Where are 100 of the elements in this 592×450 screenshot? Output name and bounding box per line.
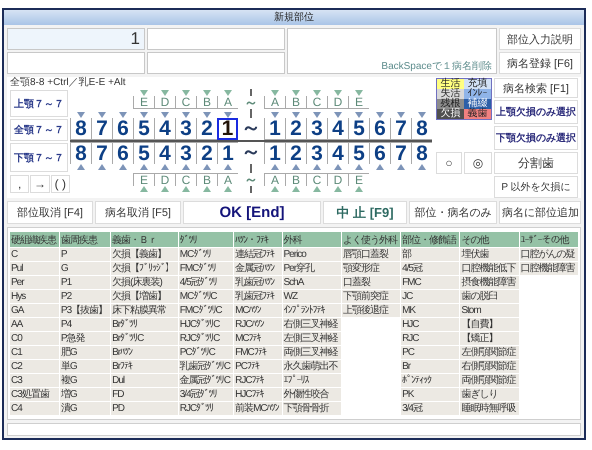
table-cell[interactable]: C1: [10, 346, 60, 360]
tooth-button[interactable]: E: [348, 173, 369, 186]
table-cell[interactable]: PD: [110, 402, 178, 416]
tooth-button[interactable]: C: [175, 173, 196, 186]
tooth-button[interactable]: A: [264, 173, 285, 186]
tooth-button[interactable]: 1: [264, 118, 285, 140]
table-cell[interactable]: RJCﾌﾃｷ: [234, 374, 282, 388]
table-cell[interactable]: RJCﾀﾞﾂﾘ: [178, 402, 234, 416]
table-cell[interactable]: MCﾀﾞﾂﾘC: [178, 290, 234, 304]
table-cell[interactable]: 唇顎口蓋裂: [341, 248, 401, 262]
table-cell[interactable]: 【自費】: [460, 318, 520, 332]
table-cell[interactable]: 乳歯冠ﾌﾃｷ: [234, 290, 282, 304]
table-cell[interactable]: P急発: [59, 332, 111, 346]
table-cell[interactable]: C: [10, 248, 60, 262]
table-cell[interactable]: PK: [400, 388, 460, 402]
table-cell[interactable]: SchA: [282, 276, 342, 290]
symbol-button[interactable]: 分割歯: [494, 152, 578, 174]
input-field[interactable]: [147, 52, 285, 74]
table-cell[interactable]: WZ: [282, 290, 342, 304]
tooth-button[interactable]: 6: [112, 118, 133, 140]
tooth-button[interactable]: D: [327, 96, 348, 109]
text-button[interactable]: P 以外を欠損に: [494, 176, 578, 198]
table-cell[interactable]: 歯の脱臼: [460, 290, 520, 304]
table-cell[interactable]: 摂食機能障害: [460, 276, 520, 290]
tooth-button[interactable]: 8: [70, 142, 91, 164]
table-cell[interactable]: C3処置歯: [10, 388, 60, 402]
table-cell[interactable]: 埋伏歯: [460, 248, 520, 262]
tooth-button[interactable]: 7: [91, 142, 112, 164]
key-button[interactable]: ( ): [50, 175, 70, 193]
table-cell[interactable]: 4/5冠: [400, 262, 460, 276]
table-cell[interactable]: FMC: [400, 276, 460, 290]
table-cell[interactable]: MCﾌﾃｷ: [234, 332, 282, 346]
table-cell[interactable]: 右側顎関節症: [460, 360, 520, 374]
table-cell[interactable]: 左側三叉神経: [282, 332, 342, 346]
table-cell[interactable]: Per: [10, 276, 60, 290]
tooth-button[interactable]: 3: [306, 118, 327, 140]
tooth-button[interactable]: 7: [390, 118, 411, 140]
tooth-button[interactable]: C: [175, 96, 196, 109]
table-cell[interactable]: P2: [59, 290, 111, 304]
symbol-button[interactable]: ◎: [464, 152, 492, 174]
tooth-button[interactable]: 8: [411, 142, 432, 164]
table-cell[interactable]: 前装MCﾊﾂﾝ: [234, 402, 282, 416]
table-cell[interactable]: P: [59, 248, 111, 262]
table-cell[interactable]: 3/4冠: [400, 402, 460, 416]
table-cell[interactable]: Brﾌﾃｷ: [110, 360, 178, 374]
table-cell[interactable]: HJCﾌﾃｷ: [234, 388, 282, 402]
tooth-button[interactable]: 2: [196, 118, 217, 140]
table-cell[interactable]: 下顎骨骨折: [282, 402, 342, 416]
tooth-button[interactable]: 4: [327, 118, 348, 140]
table-cell[interactable]: 欠損【増歯】: [110, 290, 178, 304]
table-cell[interactable]: Pul: [10, 262, 60, 276]
tooth-button[interactable]: 2: [285, 142, 306, 164]
table-cell[interactable]: 金属冠ﾊﾂﾝ: [234, 262, 282, 276]
tooth-button[interactable]: 4: [154, 118, 175, 140]
select-button[interactable]: 下顎欠損のみ選択: [494, 126, 578, 150]
table-cell[interactable]: ｲﾝﾌﾟﾗﾝﾄﾌﾃｷ: [282, 304, 342, 318]
tooth-button[interactable]: D: [154, 96, 175, 109]
text-button[interactable]: 病名取消 [F5]: [95, 201, 181, 224]
input-field[interactable]: 1: [7, 28, 145, 50]
table-cell[interactable]: 口腔機能低下: [460, 262, 520, 276]
table-cell[interactable]: 乳歯冠ﾊﾂﾝ: [234, 276, 282, 290]
symbol-button[interactable]: ○: [436, 152, 462, 174]
table-cell[interactable]: 乳歯冠ﾀﾞﾂﾘC: [178, 360, 234, 374]
table-cell[interactable]: BrﾀﾞﾂﾘC: [110, 332, 178, 346]
tooth-button[interactable]: 3: [306, 142, 327, 164]
table-cell[interactable]: MCﾀﾞﾂﾘ: [178, 248, 234, 262]
table-cell[interactable]: RJC: [400, 332, 460, 346]
tooth-button[interactable]: A: [217, 173, 238, 186]
table-cell[interactable]: 両側顎関節症: [460, 374, 520, 388]
tooth-button[interactable]: 6: [369, 118, 390, 140]
table-cell[interactable]: C3: [10, 374, 60, 388]
table-cell[interactable]: 3/4冠ﾀﾞﾂﾘ: [178, 388, 234, 402]
table-cell[interactable]: 上顎後退症: [341, 304, 401, 318]
tooth-button[interactable]: 8: [411, 118, 432, 140]
table-cell[interactable]: 欠損【ﾌﾞﾘｯｼﾞ】: [110, 262, 178, 276]
table-cell[interactable]: Stom: [460, 304, 520, 318]
jaw-button[interactable]: 全顎７～７: [10, 119, 68, 141]
table-cell[interactable]: 肥G: [59, 346, 111, 360]
tooth-button[interactable]: 1: [217, 118, 238, 140]
tooth-button[interactable]: B: [196, 173, 217, 186]
tooth-button[interactable]: 6: [369, 142, 390, 164]
text-button[interactable]: 部位入力説明: [499, 28, 581, 50]
tooth-button[interactable]: 4: [154, 142, 175, 164]
tooth-button[interactable]: 5: [133, 118, 154, 140]
tooth-button[interactable]: 3: [175, 118, 196, 140]
table-cell[interactable]: C4: [10, 402, 60, 416]
table-cell[interactable]: 【矯正】: [460, 332, 520, 346]
table-cell[interactable]: Brﾀﾞﾂﾘ: [110, 318, 178, 332]
tooth-button[interactable]: A: [217, 96, 238, 109]
table-cell[interactable]: FMCﾀﾞﾂﾘ: [178, 262, 234, 276]
tooth-button[interactable]: 2: [196, 142, 217, 164]
input-field[interactable]: [7, 52, 145, 74]
tooth-button[interactable]: 8: [70, 118, 91, 140]
table-cell[interactable]: HJC: [400, 318, 460, 332]
table-cell[interactable]: 増G: [59, 388, 111, 402]
tooth-button[interactable]: C: [306, 173, 327, 186]
table-cell[interactable]: Dul: [110, 374, 178, 388]
table-cell[interactable]: 口腔がんの疑: [519, 248, 578, 262]
input-field[interactable]: [147, 28, 285, 50]
tooth-button[interactable]: C: [306, 96, 327, 109]
